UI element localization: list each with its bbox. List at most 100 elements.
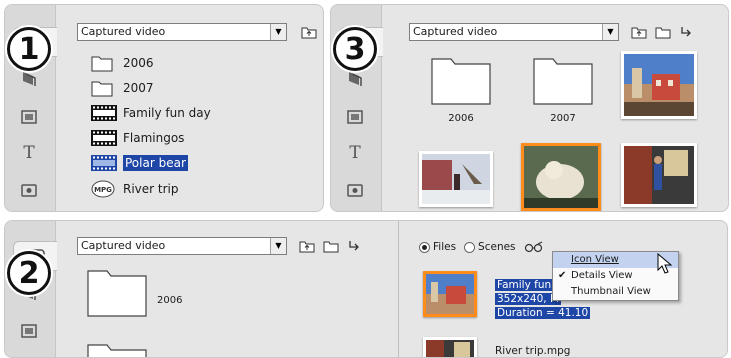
up-folder-button[interactable] bbox=[631, 24, 647, 40]
transitions-icon bbox=[349, 72, 362, 86]
list-item[interactable]: Family fun day bbox=[91, 103, 211, 123]
list-item[interactable]: 2007 bbox=[91, 78, 154, 98]
mpg-icon: MPG bbox=[91, 180, 115, 198]
video-thumbnail-family-fun-day[interactable] bbox=[423, 271, 477, 317]
folder-tile[interactable] bbox=[87, 265, 147, 319]
dropdown-value: Captured video bbox=[413, 25, 498, 38]
folder-icon bbox=[87, 344, 147, 357]
panel-icon-view: T 3 Captured video ▼ 2006 2007 bbox=[330, 4, 729, 212]
go-to-button[interactable] bbox=[679, 24, 695, 40]
video-thumbnail-flamingos[interactable] bbox=[419, 151, 493, 207]
polar-bear-photo bbox=[524, 146, 598, 208]
photo-frame-icon bbox=[347, 110, 363, 124]
menu-item-thumbnail-view[interactable]: Thumbnail View bbox=[553, 284, 678, 300]
transitions-icon bbox=[23, 72, 36, 86]
item-label: River trip bbox=[123, 182, 179, 196]
panel-details-view: 2 Captured video ▼ 2006 Files Scenes Fam… bbox=[4, 220, 728, 358]
glasses-icon[interactable] bbox=[524, 241, 544, 253]
tab-titles[interactable]: T bbox=[337, 139, 373, 167]
video-thumbnail-river-trip[interactable] bbox=[621, 143, 697, 207]
list-item[interactable]: MPG River trip bbox=[91, 179, 179, 199]
tab-still-images[interactable] bbox=[11, 175, 47, 203]
item-label: 2007 bbox=[123, 81, 154, 95]
photo-frame-icon bbox=[21, 324, 37, 338]
list-item[interactable]: Flamingos bbox=[91, 128, 184, 148]
mouse-cursor-icon bbox=[657, 253, 673, 274]
street-photo bbox=[624, 146, 694, 204]
detail-line: Duration = 41.10 bbox=[495, 307, 591, 319]
item-label: Polar bear bbox=[123, 155, 188, 171]
tab-photos[interactable] bbox=[337, 103, 373, 131]
radio-files[interactable] bbox=[419, 241, 430, 253]
item-label: Flamingos bbox=[123, 131, 185, 145]
item-label: 2006 bbox=[123, 56, 154, 70]
video-thumbnail-family-fun-day[interactable] bbox=[621, 51, 697, 119]
folder-icon bbox=[431, 58, 491, 105]
tab-still-images[interactable] bbox=[337, 175, 373, 203]
folder-icon bbox=[91, 81, 113, 97]
camera-icon bbox=[347, 183, 363, 197]
step-badge: 3 bbox=[333, 27, 377, 71]
chevron-down-icon[interactable]: ▼ bbox=[602, 24, 618, 40]
radio-scenes-label: Scenes bbox=[478, 241, 516, 253]
checkmark-icon: ✔ bbox=[558, 270, 567, 281]
video-thumbnail-polar-bear[interactable] bbox=[521, 143, 601, 211]
new-folder-button[interactable] bbox=[655, 24, 671, 40]
folder-caption: 2007 bbox=[550, 113, 576, 124]
film-icon-selected bbox=[91, 155, 117, 171]
step-badge: 1 bbox=[7, 27, 51, 71]
up-folder-button[interactable] bbox=[301, 24, 317, 40]
up-folder-button[interactable] bbox=[299, 238, 315, 254]
folder-icon bbox=[533, 58, 593, 105]
tab-photos[interactable] bbox=[11, 317, 47, 345]
list-item-selected[interactable]: Polar bear bbox=[91, 153, 188, 173]
svg-text:MPG: MPG bbox=[94, 186, 112, 194]
menu-item-label: Details View bbox=[571, 270, 633, 281]
tab-titles[interactable]: T bbox=[11, 139, 47, 167]
menu-item-label: Icon View bbox=[571, 254, 619, 265]
go-to-button[interactable] bbox=[347, 238, 363, 254]
castle-photo bbox=[426, 274, 474, 314]
folder-tile[interactable] bbox=[431, 53, 491, 107]
camera-icon bbox=[21, 183, 37, 197]
winter-photo bbox=[422, 154, 490, 204]
item-label: Family fun day bbox=[123, 106, 211, 120]
folder-caption: 2006 bbox=[448, 113, 474, 124]
radio-scenes[interactable] bbox=[464, 241, 476, 253]
file-name: River trip.mpg bbox=[495, 345, 571, 357]
folder-dropdown[interactable]: Captured video ▼ bbox=[77, 237, 287, 255]
folder-dropdown[interactable]: Captured video ▼ bbox=[409, 23, 619, 41]
film-icon bbox=[91, 105, 117, 121]
title-t-icon: T bbox=[349, 143, 361, 163]
pane-divider bbox=[398, 221, 399, 357]
tab-photos[interactable] bbox=[11, 103, 47, 131]
panel-list-view: T 1 Captured video ▼ 2006 2007 Family fu… bbox=[4, 4, 324, 212]
new-folder-button[interactable] bbox=[323, 238, 339, 254]
video-thumbnail-river-trip[interactable] bbox=[423, 337, 477, 357]
dropdown-value: Captured video bbox=[81, 239, 166, 252]
folder-up-icon bbox=[301, 27, 317, 39]
folder-tile[interactable] bbox=[87, 339, 147, 357]
title-t-icon: T bbox=[23, 143, 35, 163]
arrow-turn-icon bbox=[349, 241, 359, 251]
folder-dropdown[interactable]: Captured video ▼ bbox=[77, 23, 287, 41]
folder-tile[interactable] bbox=[533, 53, 593, 107]
chevron-down-icon[interactable]: ▼ bbox=[270, 238, 286, 254]
dropdown-value: Captured video bbox=[81, 25, 166, 38]
folder-up-icon bbox=[299, 241, 315, 253]
list-item[interactable]: 2006 bbox=[91, 53, 154, 73]
arrow-turn-icon bbox=[681, 27, 691, 37]
folder-icon bbox=[323, 241, 339, 253]
radio-files-label: Files bbox=[433, 241, 457, 253]
menu-item-label: Thumbnail View bbox=[571, 286, 651, 297]
street-photo bbox=[426, 340, 474, 357]
folder-caption: 2006 bbox=[157, 295, 183, 306]
step-badge: 2 bbox=[7, 251, 51, 295]
view-filter: Files Scenes bbox=[419, 241, 544, 253]
photo-frame-icon bbox=[21, 110, 37, 124]
castle-photo bbox=[624, 54, 694, 116]
folder-icon bbox=[87, 270, 147, 317]
folder-up-icon bbox=[631, 27, 647, 39]
chevron-down-icon[interactable]: ▼ bbox=[270, 24, 286, 40]
folder-icon bbox=[655, 27, 671, 39]
